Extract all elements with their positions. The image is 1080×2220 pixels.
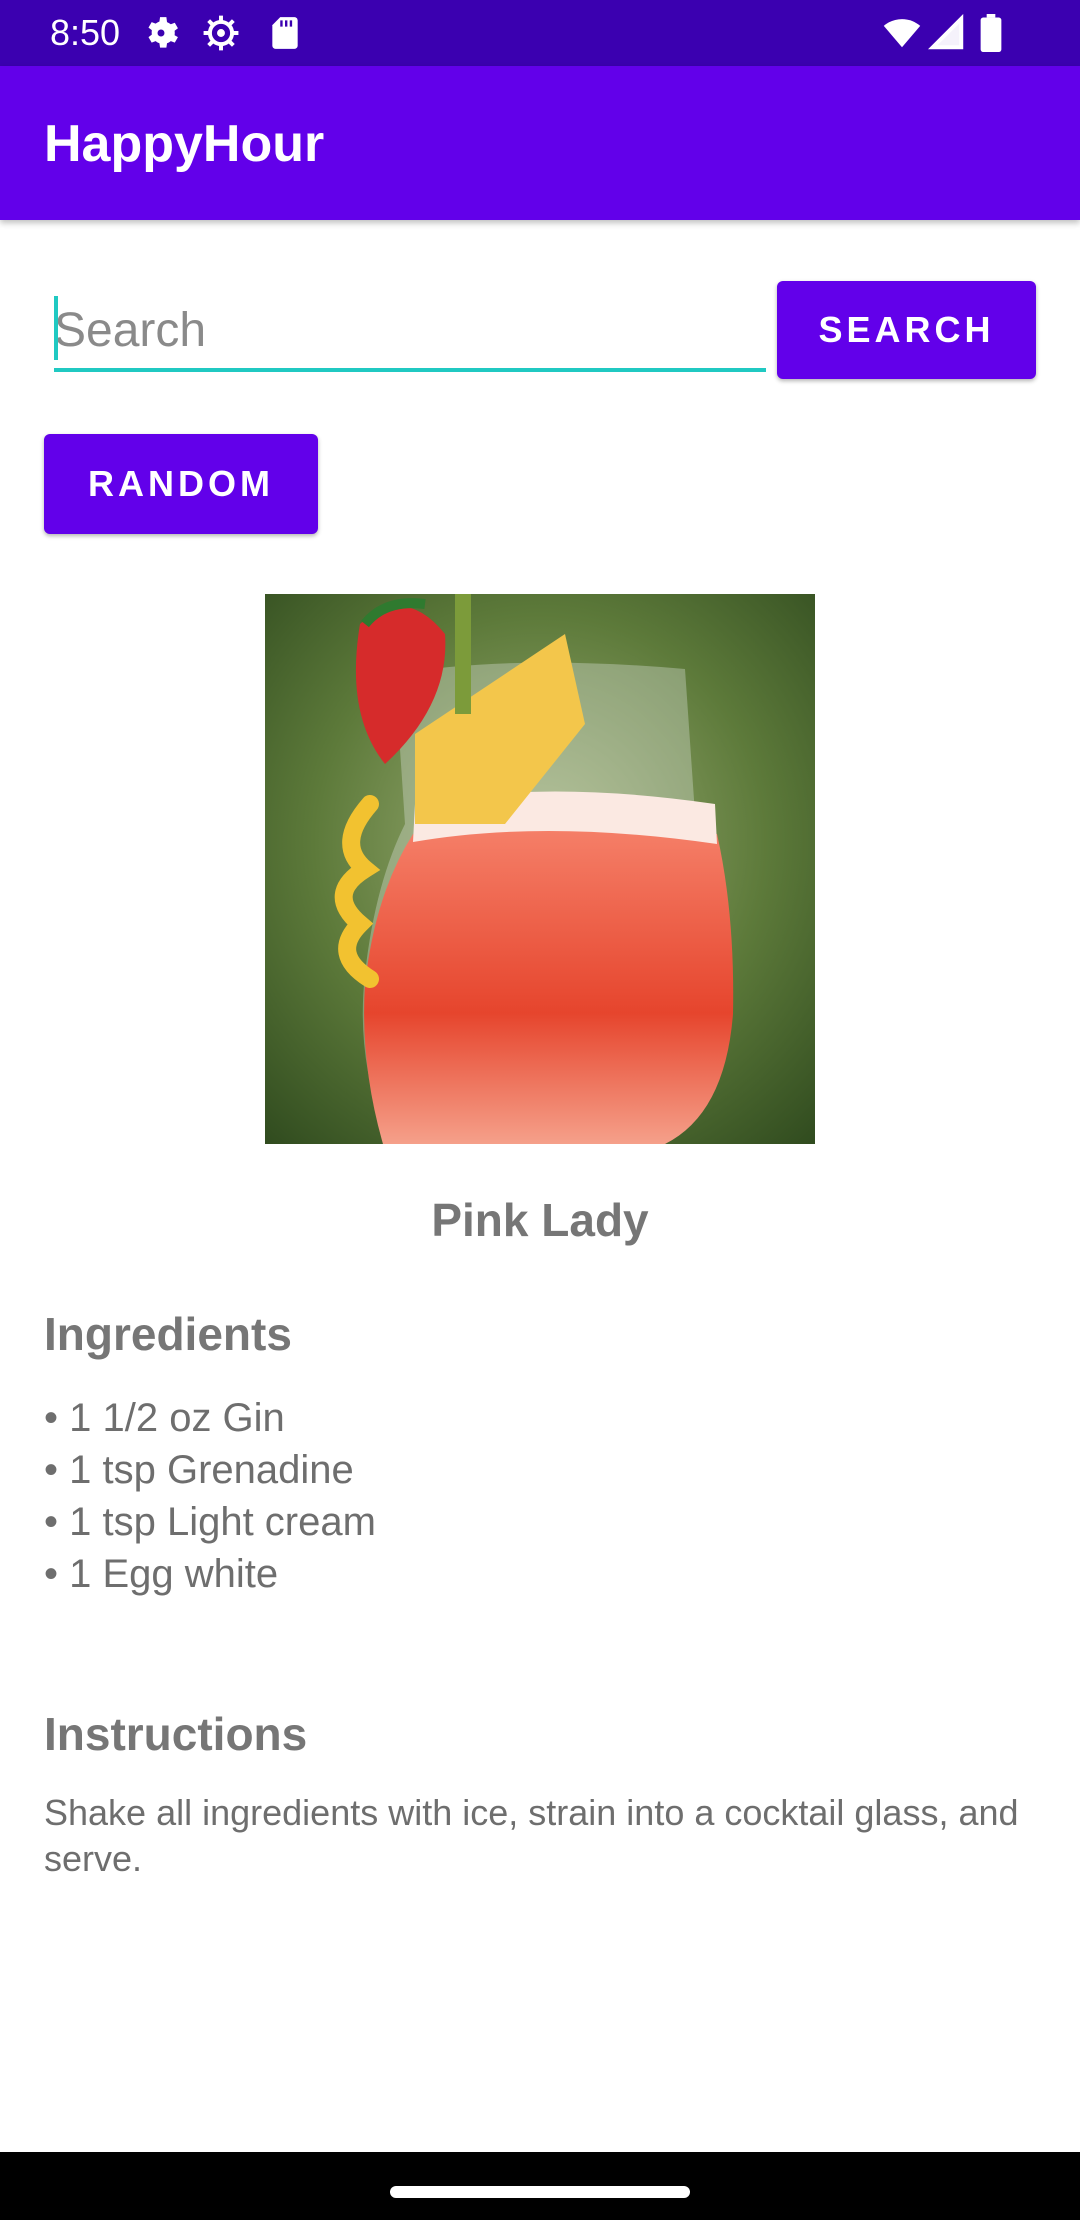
wifi-icon [882, 14, 921, 52]
settings-gear-outline-icon [202, 14, 240, 52]
app-title: HappyHour [44, 115, 325, 173]
signal-icon [927, 13, 966, 52]
search-field-container [54, 292, 766, 372]
status-time: 8:50 [50, 12, 121, 53]
text-cursor [54, 296, 58, 360]
settings-gear-icon [142, 14, 180, 52]
ingredients-list: • 1 1/2 oz Gin • 1 tsp Grenadine • 1 tsp… [44, 1392, 376, 1600]
ingredient-item: • 1 tsp Light cream [44, 1500, 376, 1544]
ingredient-item: • 1 1/2 oz Gin [44, 1396, 285, 1440]
ingredients-heading: Ingredients [44, 1308, 292, 1360]
navigation-bar [0, 2152, 1080, 2220]
search-button[interactable]: SEARCH [777, 281, 1036, 379]
app-bar: HappyHour [0, 66, 1080, 220]
home-gesture-handle[interactable] [390, 2186, 690, 2198]
ingredient-item: • 1 tsp Grenadine [44, 1448, 354, 1492]
sd-card-icon [266, 14, 304, 52]
search-input[interactable] [54, 292, 766, 372]
battery-icon [978, 14, 1004, 53]
drink-name: Pink Lady [431, 1194, 649, 1246]
ingredient-item: • 1 Egg white [44, 1552, 279, 1596]
instructions-heading: Instructions [44, 1708, 308, 1760]
random-button[interactable]: RANDOM [44, 434, 318, 534]
instructions-text: Shake all ingredients with ice, strain i… [44, 1792, 1019, 1879]
drink-image [265, 594, 815, 1144]
status-bar: 8:50 [0, 0, 1080, 66]
